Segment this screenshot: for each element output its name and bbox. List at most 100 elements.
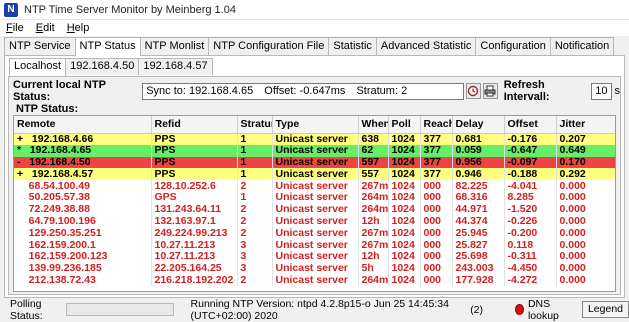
cell-jitter: 0.292	[556, 168, 615, 181]
cell-poll: 1024	[388, 191, 421, 204]
cell-poll: 1024	[388, 250, 421, 263]
cell-offset: -4.450	[504, 262, 557, 275]
column-header-when[interactable]: When	[358, 116, 389, 134]
column-header-delay[interactable]: Delay	[452, 116, 505, 134]
table-row[interactable]: 68.54.100.49 128.10.252.6 2 Unicast server 2…	[14, 180, 615, 192]
tab-ntp-monlist[interactable]: NTP Monlist	[139, 37, 210, 55]
column-header-reach[interactable]: Reach	[420, 116, 453, 134]
table-row[interactable]: + 192.168.4.66 PPS 1 Unicast server 638 1024 3…	[14, 133, 615, 145]
column-header-stratum[interactable]: Stratum	[237, 116, 273, 134]
cell-type: Unicast server	[272, 215, 359, 228]
table-row[interactable]: 162.159.200.123 10.27.11.213 3 Unicast serv…	[14, 250, 615, 263]
tab-configuration[interactable]: Configuration	[475, 37, 551, 55]
status-field: Sync to: 192.168.4.65 Offset: -0.647ms S…	[142, 82, 464, 100]
cell-remote: 129.250.35.251	[14, 227, 152, 240]
cell-when: 267m	[358, 239, 389, 251]
cell-stratum: 3	[237, 239, 273, 251]
column-header-type[interactable]: Type	[272, 116, 359, 134]
cell-offset: -0.226	[504, 215, 557, 228]
tab-ntp-configuration-file[interactable]: NTP Configuration File	[208, 37, 330, 55]
cell-offset: -0.176	[504, 133, 557, 145]
table-row[interactable]: + 192.168.4.57 PPS 1 Unicast server 557 1024 3…	[14, 168, 615, 181]
cell-reach: 377	[420, 133, 453, 145]
cell-jitter: 0.000	[556, 180, 615, 192]
alarm-icon[interactable]	[465, 83, 481, 99]
cell-poll: 1024	[388, 168, 421, 181]
cell-when: 638	[358, 133, 389, 145]
menu-item-file[interactable]: File	[0, 22, 30, 34]
tab-advanced-statistic[interactable]: Advanced Statistic	[375, 37, 477, 55]
host-tab-192-168-4-50[interactable]: 192.168.4.50	[65, 58, 140, 75]
menu-item-help[interactable]: Help	[61, 22, 96, 34]
table-row[interactable]: * 192.168.4.65 PPS 1 Unicast server 62 1024 37…	[14, 144, 615, 157]
cell-refid: 10.27.11.213	[151, 250, 238, 263]
table-row[interactable]: 162.159.200.1 10.27.11.213 3 Unicast server…	[14, 239, 615, 251]
cell-reach: 000	[420, 250, 453, 263]
column-header-offset[interactable]: Offset	[504, 116, 557, 134]
menu-item-edit[interactable]: Edit	[30, 22, 61, 34]
table-row[interactable]: 129.250.35.251 249.224.99.213 2 Unicast ser…	[14, 227, 615, 240]
table-header: RemoteRefidStratumTypeWhenPollReachDelay…	[14, 116, 615, 134]
column-header-poll[interactable]: Poll	[388, 116, 421, 134]
cell-jitter: 0.170	[556, 156, 615, 169]
refresh-interval-input[interactable]: 10	[590, 82, 612, 100]
cell-refid: 22.205.164.25	[151, 262, 238, 275]
cell-offset: 8.285	[504, 191, 557, 204]
cell-stratum: 2	[237, 227, 273, 240]
host-tabs: Localhost 192.168.4.50 192.168.4.57	[9, 58, 213, 76]
legend-button[interactable]: Legend	[581, 301, 629, 318]
cell-poll: 1024	[388, 144, 421, 157]
table-row[interactable]: 139.99.236.185 22.205.164.25 3 Unicast serv…	[14, 262, 615, 275]
table-row[interactable]: 50.205.57.38 GPS 1 Unicast server 264m 1024 00…	[14, 191, 615, 204]
cell-jitter: 0.000	[556, 239, 615, 251]
table-row[interactable]: 64.79.100.196 132.163.97.1 2 Unicast server…	[14, 215, 615, 228]
cell-stratum: 1	[237, 144, 273, 157]
cell-poll: 1024	[388, 156, 421, 169]
table-row[interactable]: - 192.168.4.50 PPS 1 Unicast server 597 1024 3…	[14, 156, 615, 169]
table-row[interactable]: 212.138.72.43 216.218.192.202 2 Unicast ser…	[14, 274, 615, 287]
dns-lookup-label: DNS lookup	[527, 297, 559, 322]
cell-stratum: 2	[237, 203, 273, 216]
status-bar: Polling Status: Running NTP Version: ntp…	[0, 297, 629, 322]
cell-when: 264m	[358, 203, 389, 216]
cell-delay: 68.316	[452, 191, 505, 204]
cell-refid: 216.218.192.202	[151, 274, 238, 287]
cell-offset: -0.311	[504, 250, 557, 263]
cell-reach: 377	[420, 144, 453, 157]
cell-reach: 000	[420, 227, 453, 240]
cell-offset: -4.041	[504, 180, 557, 192]
ntp-status-panel: Localhost 192.168.4.50 192.168.4.57 Curren…	[4, 55, 625, 298]
cell-type: Unicast server	[272, 168, 359, 181]
host-tab-192-168-4-57[interactable]: 192.168.4.57	[138, 58, 213, 75]
cell-jitter: 0.000	[556, 191, 615, 204]
cell-delay: 82.225	[452, 180, 505, 192]
tab-ntp-status[interactable]: NTP Status	[74, 37, 141, 56]
title-bar: N NTP Time Server Monitor by Meinberg 1.…	[0, 0, 629, 20]
cell-stratum: 1	[237, 191, 273, 204]
column-header-jitter[interactable]: Jitter	[556, 116, 615, 134]
tab-statistic[interactable]: Statistic	[328, 37, 377, 55]
print-icon[interactable]	[482, 83, 498, 99]
cell-stratum: 2	[237, 180, 273, 192]
cell-delay: 177.928	[452, 274, 505, 287]
cell-reach: 000	[420, 180, 453, 192]
tab-ntp-service[interactable]: NTP Service	[4, 37, 76, 55]
column-header-remote[interactable]: Remote	[14, 116, 152, 134]
cell-remote: 64.79.100.196	[14, 215, 152, 228]
cell-remote: * 192.168.4.65	[14, 144, 152, 157]
host-tab-localhost[interactable]: Localhost	[9, 58, 67, 76]
cell-refid: GPS	[151, 191, 238, 204]
cell-type: Unicast server	[272, 191, 359, 204]
table-row[interactable]: 72.249.38.88 131.243.64.11 2 Unicast server…	[14, 203, 615, 216]
cell-offset: -4.272	[504, 274, 557, 287]
cell-refid: 10.27.11.213	[151, 239, 238, 251]
cell-delay: 25.945	[452, 227, 505, 240]
tab-notification[interactable]: Notification	[549, 37, 615, 55]
cell-jitter: 0.000	[556, 250, 615, 263]
cell-refid: 128.10.252.6	[151, 180, 238, 192]
column-header-refid[interactable]: Refid	[151, 116, 238, 134]
cell-delay: 0.946	[452, 168, 505, 181]
app-icon: N	[4, 2, 18, 17]
cell-when: 12h	[358, 215, 389, 228]
cell-offset: -0.097	[504, 156, 557, 169]
